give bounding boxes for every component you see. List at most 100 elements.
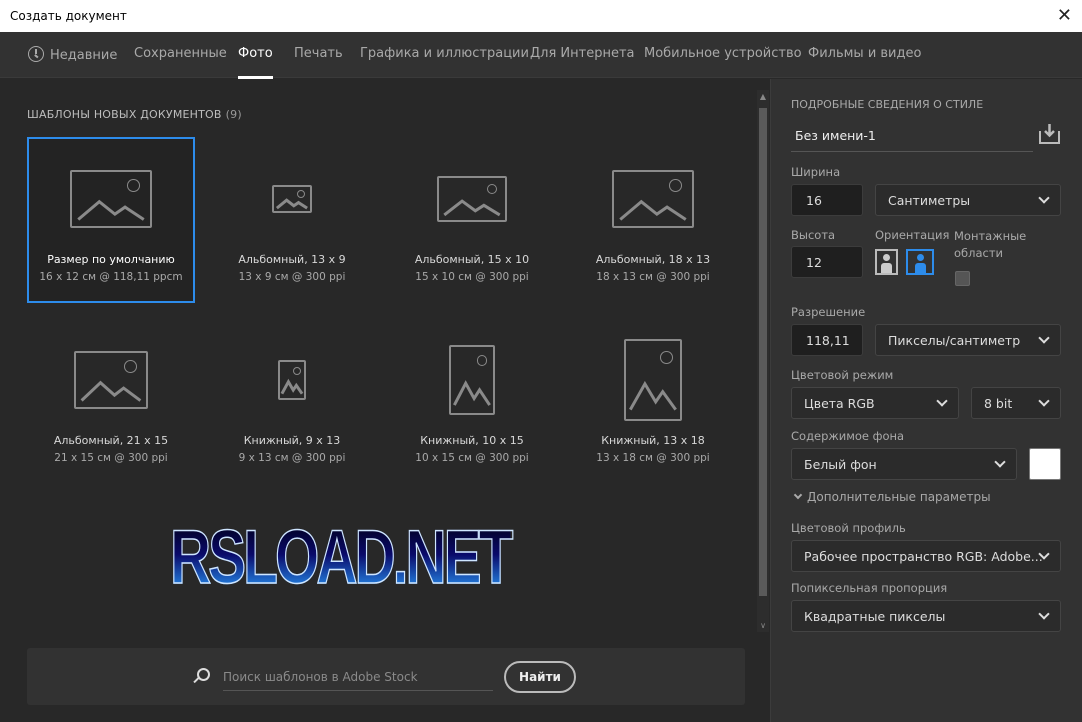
portrait-orientation-button[interactable]	[875, 249, 898, 275]
template-name: Книжный, 10 x 15	[420, 434, 524, 447]
width-unit-value: Сантиметры	[888, 193, 971, 208]
artboards-checkbox[interactable]	[955, 271, 970, 286]
image-placeholder-icon	[612, 170, 694, 228]
orientation-label: Ориентация	[875, 228, 950, 242]
color-mode-label: Цветовой режим	[791, 368, 894, 382]
background-select[interactable]: Белый фон	[791, 448, 1017, 480]
height-input[interactable]: 12	[791, 246, 863, 278]
template-card[interactable]: Альбомный, 18 x 13 18 x 13 см @ 300 ppi	[569, 137, 737, 303]
search-button[interactable]: Найти	[504, 661, 576, 693]
stock-search-input[interactable]	[223, 663, 493, 691]
landscape-orientation-button[interactable]	[906, 249, 934, 275]
preset-details-panel: ПОДРОБНЫЕ СВЕДЕНИЯ О СТИЛЕ Без имени-1 Ш…	[770, 79, 1082, 722]
tab-film-video[interactable]: Фильмы и видео	[808, 46, 921, 61]
height-label: Высота	[791, 228, 836, 242]
image-placeholder-icon	[70, 170, 152, 228]
chevron-down-icon	[936, 395, 948, 407]
artboards-label: Монтажные области	[954, 229, 1027, 260]
template-name: Размер по умолчанию	[47, 253, 175, 266]
templates-count: (9)	[225, 108, 242, 121]
stock-search-bar: Найти	[27, 648, 745, 705]
scroll-up-icon[interactable]: ▲	[757, 92, 769, 101]
chevron-down-icon	[1038, 332, 1050, 344]
bit-depth-select[interactable]: 8 bit	[971, 387, 1061, 419]
width-label: Ширина	[791, 165, 841, 179]
template-size: 15 x 10 см @ 300 ppi	[415, 271, 529, 283]
clock-icon	[28, 46, 44, 62]
person-body	[881, 263, 892, 273]
template-card[interactable]: Альбомный, 21 x 15 21 x 15 см @ 300 ppi	[27, 318, 195, 484]
template-name: Книжный, 13 x 18	[601, 434, 705, 447]
color-mode-select[interactable]: Цвета RGB	[791, 387, 959, 419]
template-card[interactable]: Книжный, 9 x 13 9 x 13 см @ 300 ppi	[208, 318, 376, 484]
person-icon	[916, 254, 924, 261]
window-title: Создать документ	[10, 9, 127, 23]
pixel-aspect-value: Квадратные пикселы	[804, 609, 946, 624]
template-size: 16 x 12 см @ 118,11 ppcm	[39, 271, 183, 283]
details-title: ПОДРОБНЫЕ СВЕДЕНИЯ О СТИЛЕ	[791, 98, 984, 111]
color-mode-value: Цвета RGB	[804, 396, 875, 411]
color-profile-select[interactable]: Рабочее пространство RGB: Adobe...	[791, 540, 1061, 572]
chevron-down-icon	[994, 456, 1006, 468]
resolution-unit-select[interactable]: Пикселы/сантиметр	[875, 324, 1061, 356]
chevron-down-icon	[1038, 608, 1050, 620]
image-placeholder-icon	[278, 360, 306, 400]
pixel-aspect-select[interactable]: Квадратные пикселы	[791, 600, 1061, 632]
advanced-options-toggle[interactable]: Дополнительные параметры	[793, 490, 991, 504]
color-profile-value: Рабочее пространство RGB: Adobe...	[804, 549, 1043, 564]
template-card[interactable]: Размер по умолчанию 16 x 12 см @ 118,11 p…	[27, 137, 195, 303]
pixel-aspect-label: Попиксельная пропорция	[791, 581, 948, 595]
tab-mobile[interactable]: Мобильное устройство	[644, 46, 802, 61]
template-size: 13 x 9 см @ 300 ppi	[238, 271, 346, 283]
template-size: 10 x 15 см @ 300 ppi	[415, 452, 529, 464]
resolution-label: Разрешение	[791, 305, 866, 319]
width-input[interactable]: 16	[791, 184, 863, 216]
templates-heading: ШАБЛОНЫ НОВЫХ ДОКУМЕНТОВ (9)	[27, 108, 242, 121]
background-color-swatch[interactable]	[1029, 448, 1061, 480]
bit-depth-value: 8 bit	[984, 396, 1013, 411]
template-name: Альбомный, 15 x 10	[414, 253, 530, 266]
watermark-logo: RSLOAD.NET	[169, 515, 514, 600]
image-placeholder-icon	[624, 339, 682, 421]
resolution-input[interactable]: 118,11	[791, 324, 863, 356]
scrollbar[interactable]: ▲ ∨	[757, 90, 769, 632]
advanced-label: Дополнительные параметры	[807, 490, 991, 504]
template-name: Книжный, 9 x 13	[243, 434, 341, 447]
background-label: Содержимое фона	[791, 429, 905, 443]
image-placeholder-icon	[272, 185, 312, 213]
search-icon	[197, 668, 210, 681]
template-size: 18 x 13 см @ 300 ppi	[596, 271, 710, 283]
scroll-down-icon[interactable]: ∨	[757, 621, 769, 630]
image-placeholder-icon	[74, 351, 148, 409]
tab-photo[interactable]: Фото	[238, 46, 273, 79]
width-unit-select[interactable]: Сантиметры	[875, 184, 1061, 216]
image-placeholder-icon	[437, 176, 507, 222]
template-size: 21 x 15 см @ 300 ppi	[54, 452, 168, 464]
template-card[interactable]: Книжный, 10 x 15 10 x 15 см @ 300 ppi	[388, 318, 556, 484]
templates-title: ШАБЛОНЫ НОВЫХ ДОКУМЕНТОВ	[27, 108, 222, 121]
template-card[interactable]: Альбомный, 15 x 10 15 x 10 см @ 300 ppi	[388, 137, 556, 303]
category-tabs: Недавние Сохраненные Фото Печать Графика…	[0, 32, 1082, 79]
tab-art-illustration[interactable]: Графика и иллюстрации	[360, 46, 529, 61]
tab-saved[interactable]: Сохраненные	[134, 46, 227, 61]
template-name: Альбомный, 18 x 13	[595, 253, 711, 266]
template-card[interactable]: Альбомный, 13 x 9 13 x 9 см @ 300 ppi	[208, 137, 376, 303]
template-size: 9 x 13 см @ 300 ppi	[238, 452, 346, 464]
template-name: Альбомный, 13 x 9	[238, 253, 346, 266]
person-icon	[883, 254, 890, 261]
close-icon[interactable]: ✕	[1057, 5, 1072, 26]
document-name-input[interactable]: Без имени-1	[791, 119, 1033, 152]
tab-web[interactable]: Для Интернета	[530, 46, 635, 61]
chevron-down-icon	[1038, 395, 1050, 407]
tab-recent[interactable]: Недавние	[28, 46, 117, 63]
template-card[interactable]: Книжный, 13 x 18 13 x 18 см @ 300 ppi	[569, 318, 737, 484]
background-value: Белый фон	[804, 457, 877, 472]
title-bar: Создать документ ✕	[0, 0, 1082, 32]
color-profile-label: Цветовой профиль	[791, 521, 906, 535]
save-preset-icon[interactable]	[1039, 123, 1060, 144]
template-name: Альбомный, 21 x 15	[53, 434, 169, 447]
template-size: 13 x 18 см @ 300 ppi	[596, 452, 710, 464]
scrollbar-thumb[interactable]	[759, 108, 767, 596]
tab-print[interactable]: Печать	[294, 46, 343, 61]
chevron-down-icon	[793, 490, 803, 500]
